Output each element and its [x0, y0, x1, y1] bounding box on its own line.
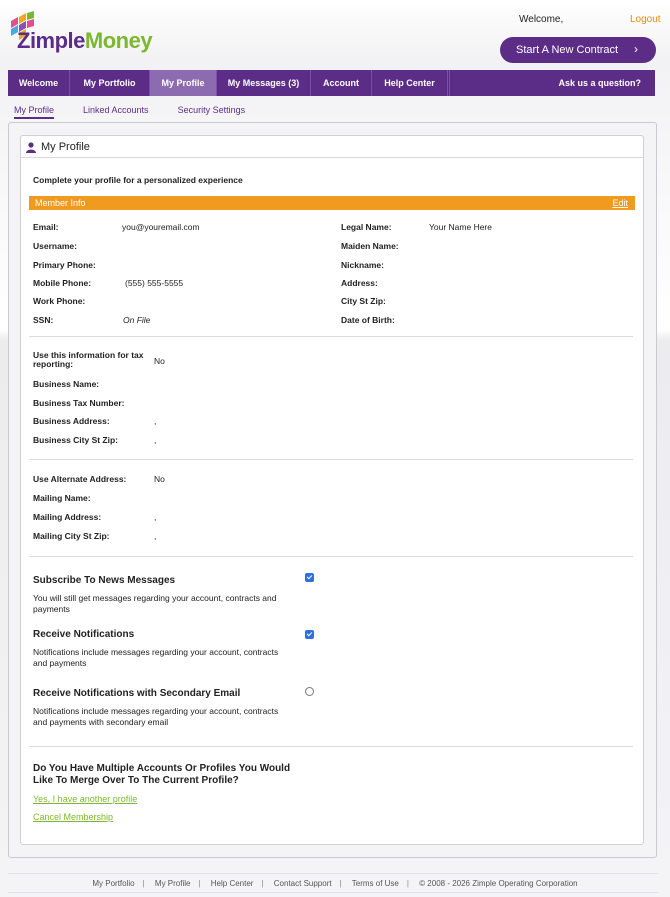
alternate-address-label: Use Alternate Address:	[33, 474, 127, 484]
city-st-zip-label: City St Zip:	[341, 296, 386, 306]
dob-label: Date of Birth:	[341, 315, 395, 325]
secondary-email-notifications-desc: Notifications include messages regarding…	[33, 706, 279, 727]
welcome-text: Welcome,	[519, 14, 564, 25]
receive-notifications-checkbox[interactable]	[305, 630, 314, 639]
mailing-name-label: Mailing Name:	[33, 493, 91, 503]
nav-my-portfolio[interactable]: My Portfolio	[70, 70, 150, 96]
business-address-value: ,	[154, 416, 157, 426]
business-city-st-zip-label: Business City St Zip:	[33, 435, 119, 445]
edit-member-info-link[interactable]: Edit	[612, 198, 628, 208]
mobile-phone-label: Mobile Phone:	[33, 278, 92, 288]
profile-intro: Complete your profile for a personalized…	[33, 175, 243, 185]
separator: |	[198, 879, 201, 888]
separator: |	[142, 879, 145, 888]
member-info-title: Member Info	[35, 198, 86, 208]
business-name-label: Business Name:	[33, 379, 100, 389]
another-profile-link[interactable]: Yes, I have another profile	[33, 794, 137, 804]
chevron-right-icon: ›	[634, 42, 638, 56]
divider	[29, 459, 633, 460]
maiden-name-label: Maiden Name:	[341, 241, 399, 251]
footer: My Portfolio | My Profile | Help Center | C…	[0, 879, 670, 888]
business-address-label: Business Address:	[33, 416, 110, 426]
user-icon	[26, 141, 36, 153]
ssn-value: On File	[123, 315, 151, 325]
primary-phone-label: Primary Phone:	[33, 260, 96, 270]
nav-my-messages[interactable]: My Messages (3)	[217, 70, 311, 96]
work-phone-label: Work Phone:	[33, 296, 86, 306]
ssn-label: SSN:	[33, 315, 54, 325]
divider	[29, 746, 633, 747]
mailing-address-label: Mailing Address:	[33, 512, 102, 522]
mailing-city-st-zip-label: Mailing City St Zip:	[33, 531, 110, 541]
mailing-city-st-zip-value: ,	[154, 531, 157, 541]
legal-name-label: Legal Name:	[341, 222, 392, 232]
business-tax-number-label: Business Tax Number:	[33, 398, 125, 408]
nickname-label: Nickname:	[341, 260, 384, 270]
subnav-my-profile[interactable]: My Profile	[14, 105, 55, 119]
subscribe-news-title: Subscribe To News Messages	[33, 575, 176, 586]
alternate-address-value: No	[154, 474, 165, 484]
profile-card	[20, 135, 644, 845]
brand-name: ZimpleMoney	[17, 28, 153, 53]
receive-notifications-desc: Notifications include messages regarding…	[33, 647, 279, 668]
nav-ask-question[interactable]: Ask us a question?	[449, 70, 655, 96]
footer-my-profile-link[interactable]: My Profile	[155, 879, 191, 888]
mobile-phone-value: (555) 555-5555	[125, 278, 184, 288]
divider	[8, 892, 658, 893]
username-label: Username:	[33, 241, 77, 251]
receive-notifications-title: Receive Notifications	[33, 629, 135, 640]
nav-welcome[interactable]: Welcome	[8, 70, 70, 96]
cancel-membership-link[interactable]: Cancel Membership	[33, 812, 113, 822]
divider	[29, 556, 633, 557]
footer-my-portfolio-link[interactable]: My Portfolio	[92, 879, 134, 888]
secondary-email-notifications-title: Receive Notifications with Secondary Ema…	[33, 688, 241, 699]
mailing-address-value: ,	[154, 512, 157, 522]
nav-account[interactable]: Account	[311, 70, 372, 96]
subnav-linked-accounts[interactable]: Linked Accounts	[83, 105, 149, 119]
footer-copyright: © 2008 - 2026 Zimple Operating Corporati…	[419, 879, 578, 888]
secondary-email-notifications-checkbox[interactable]	[305, 687, 314, 696]
divider	[29, 336, 633, 337]
separator: |	[339, 879, 342, 888]
footer-help-center-link[interactable]: Help Center	[211, 879, 254, 888]
separator: |	[261, 879, 264, 888]
profile-subnav: My Profile Linked Accounts Security Sett…	[14, 105, 274, 119]
subscribe-news-desc: You will still get messages regarding yo…	[33, 593, 277, 614]
legal-name-value: Your Name Here	[429, 222, 492, 232]
header: ZimpleMoney Welcome, Logout Start A New …	[0, 0, 670, 70]
divider	[21, 157, 643, 158]
business-city-st-zip-value: ,	[154, 435, 157, 445]
card-title-text: My Profile	[41, 141, 90, 153]
footer-contact-support-link[interactable]: Contact Support	[274, 879, 332, 888]
start-new-contract-button[interactable]: Start A New Contract ›	[500, 37, 656, 63]
member-info-bar: Member Info Edit	[29, 196, 635, 210]
footer-terms-link[interactable]: Terms of Use	[352, 879, 399, 888]
merge-question: Do You Have Multiple Accounts Or Profile…	[33, 763, 291, 786]
tax-reporting-label: Use this information for tax reporting:	[33, 350, 144, 369]
main-nav: Welcome My Portfolio My Profile My Messa…	[8, 70, 655, 96]
email-label: Email:	[33, 222, 59, 232]
subscribe-news-checkbox[interactable]	[305, 573, 314, 582]
nav-help-center[interactable]: Help Center	[372, 70, 448, 96]
start-contract-label: Start A New Contract	[516, 44, 619, 56]
divider	[8, 873, 658, 874]
card-title: My Profile	[26, 141, 90, 153]
nav-my-profile[interactable]: My Profile	[150, 70, 217, 96]
separator: |	[406, 879, 409, 888]
email-value: you@youremail.com	[122, 222, 200, 232]
tax-reporting-value: No	[154, 356, 165, 366]
address-label: Address:	[341, 278, 378, 288]
logout-link[interactable]: Logout	[630, 14, 661, 25]
subnav-security-settings[interactable]: Security Settings	[178, 105, 246, 119]
